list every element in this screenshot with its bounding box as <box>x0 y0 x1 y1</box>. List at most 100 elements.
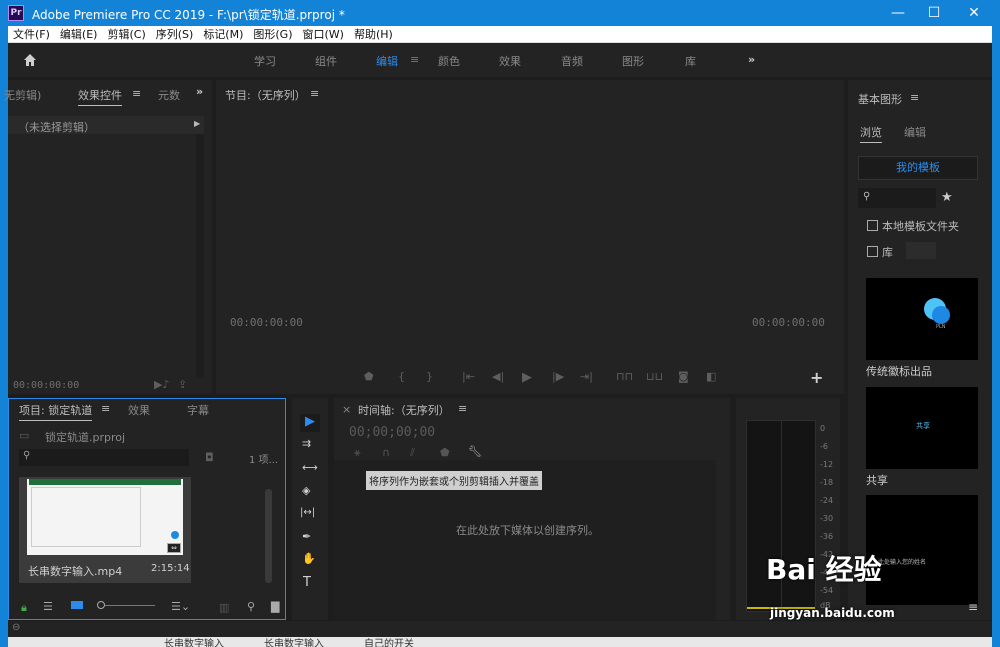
hand-tool-icon[interactable]: ✋ <box>302 552 316 565</box>
play-icon[interactable]: ▶ <box>522 370 532 385</box>
tab-project[interactable]: 项目: 锁定轨道 <box>19 402 93 421</box>
program-monitor-panel: 节目:（无序列） ≡ 00:00:00:00 00:00:00:00 ⬟ { }… <box>216 80 844 394</box>
tab-edit[interactable]: 编辑 <box>904 124 926 140</box>
automate-icon[interactable]: ▥ <box>219 601 229 614</box>
timeline-timecode: 00;00;00;00 <box>349 425 436 440</box>
template-thumb-2[interactable]: 共享 <box>866 387 978 469</box>
essential-graphics-panel: 基本图形 ≡ 浏览 编辑 我的模板 ⚲ ★ 本地模板文件夹 库 PLN 传统徽标… <box>848 80 992 620</box>
tab-source[interactable]: 无剪辑) <box>4 87 41 103</box>
mark-in-icon[interactable]: { <box>398 370 405 383</box>
camera-icon[interactable]: ◙ <box>678 370 689 383</box>
menu-clip[interactable]: 剪辑(C) <box>102 26 150 43</box>
comparison-view-icon[interactable]: ◧ <box>706 370 716 383</box>
effect-controls-panel: 无剪辑) 效果控件 ≡ 元数 » （未选择剪辑） ▶ 00:00:00:00 ▶… <box>4 80 212 394</box>
graphics-bottom-menu-icon[interactable]: ≡ <box>968 600 978 614</box>
tab-effects[interactable]: 效果 <box>128 402 150 418</box>
clip-type-icon: ⇔ <box>167 543 181 553</box>
menu-help[interactable]: 帮助(H) <box>349 26 398 43</box>
snap-icon[interactable]: ∩ <box>382 446 390 459</box>
tab-metadata[interactable]: 元数 <box>158 87 180 103</box>
menu-graphics[interactable]: 图形(G) <box>248 26 297 43</box>
selection-tool-icon[interactable]: ▶ <box>300 414 320 432</box>
workspace-effects[interactable]: 效果 <box>499 53 521 69</box>
pen-tool-icon[interactable]: ✒ <box>302 530 311 543</box>
type-tool-icon[interactable]: T <box>303 575 311 590</box>
workspace-overflow-icon[interactable]: » <box>748 53 755 66</box>
sync-icon[interactable]: ⊖ <box>12 622 20 633</box>
list-view-icon[interactable]: ☰ <box>43 600 53 613</box>
library-checkbox[interactable] <box>867 246 878 257</box>
step-forward-icon[interactable]: |▶ <box>552 370 564 383</box>
audio-scrub-icon[interactable]: ▶♪ <box>154 378 169 391</box>
linked-selection-icon[interactable]: ⫽ <box>410 446 415 460</box>
my-templates-dropdown[interactable]: 我的模板 <box>858 156 978 180</box>
extract-icon[interactable]: ⊔⊔ <box>646 370 663 383</box>
project-menu-icon[interactable]: ≡ <box>101 402 110 415</box>
find-icon[interactable]: ⚲ <box>247 600 255 613</box>
workspace-learning[interactable]: 学习 <box>254 53 276 69</box>
tab-effect-controls[interactable]: 效果控件 <box>78 87 122 106</box>
add-marker-icon[interactable]: ⬟ <box>364 370 374 383</box>
go-to-in-icon[interactable]: |⇤ <box>462 370 475 383</box>
ripple-edit-tool-icon[interactable]: ⟷ <box>302 461 318 474</box>
add-button[interactable]: + <box>810 368 823 387</box>
template-name-2: 共享 <box>866 474 888 487</box>
workspace-editing[interactable]: 编辑 <box>376 53 398 69</box>
workspace-audio[interactable]: 音频 <box>561 53 583 69</box>
tab-browse[interactable]: 浏览 <box>860 124 882 143</box>
template-thumb-1[interactable]: PLN <box>866 278 978 360</box>
tab-captions[interactable]: 字幕 <box>187 402 209 418</box>
menu-window[interactable]: 窗口(W) <box>298 26 349 43</box>
local-folder-checkbox[interactable] <box>867 220 878 231</box>
icon-view-icon[interactable] <box>71 601 83 609</box>
track-select-tool-icon[interactable]: ⇉ <box>302 437 311 450</box>
timeline-menu-icon[interactable]: ≡ <box>458 402 467 415</box>
wrench-icon[interactable]: 🔧︎ <box>468 445 482 458</box>
zoom-slider-track[interactable] <box>105 605 155 606</box>
step-back-icon[interactable]: ◀| <box>492 370 504 383</box>
slip-tool-icon[interactable]: |↔| <box>300 507 315 518</box>
window-border-left <box>0 26 8 647</box>
razor-tool-icon[interactable]: ◈ <box>302 484 310 497</box>
workspace-menu-icon[interactable]: ≡ <box>410 53 419 66</box>
workspace-color[interactable]: 颜色 <box>438 53 460 69</box>
thumbnail-ribbon <box>29 479 181 485</box>
menu-edit[interactable]: 编辑(E) <box>55 26 103 43</box>
essential-graphics-menu-icon[interactable]: ≡ <box>910 91 919 104</box>
nest-icon[interactable]: ⚹ <box>354 446 361 460</box>
panel-overflow-icon[interactable]: » <box>196 85 203 98</box>
play-triangle-icon[interactable]: ▶ <box>194 119 200 128</box>
template-thumb-3[interactable]: 此处输入您的姓名 <box>866 495 978 605</box>
lock-icon[interactable]: 🔒︎ <box>21 601 27 615</box>
maximize-button[interactable]: ☐ <box>916 0 952 26</box>
menu-marker[interactable]: 标记(M) <box>198 26 248 43</box>
no-clip-row: （未选择剪辑） ▶ <box>8 116 204 134</box>
menu-file[interactable]: 文件(F) <box>8 26 55 43</box>
favorites-star-icon[interactable]: ★ <box>941 190 953 205</box>
add-marker-timeline-icon[interactable]: ⬟ <box>440 446 450 459</box>
sort-icon[interactable]: ☰⌄ <box>171 600 190 613</box>
close-button[interactable]: ✕ <box>956 0 992 26</box>
graphics-search-input[interactable]: ⚲ <box>858 188 936 208</box>
project-scrollbar[interactable] <box>265 489 272 583</box>
library-select[interactable] <box>906 242 936 259</box>
workspace-libraries[interactable]: 库 <box>685 53 696 69</box>
project-search-input[interactable]: ⚲ <box>19 449 189 466</box>
thumbnail-dot <box>171 531 179 539</box>
new-bin-bottom-icon[interactable]: ▇ <box>271 600 279 613</box>
new-bin-icon[interactable]: ◘ <box>205 451 214 464</box>
lift-icon[interactable]: ⊓⊓ <box>616 370 633 383</box>
tab-menu-icon[interactable]: ≡ <box>132 87 141 100</box>
mark-out-icon[interactable]: } <box>426 370 433 383</box>
export-icon[interactable]: ⇪ <box>178 378 187 391</box>
workspace-assembly[interactable]: 组件 <box>315 53 337 69</box>
zoom-slider-handle[interactable] <box>97 601 105 609</box>
minimize-button[interactable]: — <box>880 0 916 26</box>
home-icon[interactable] <box>22 52 38 68</box>
go-to-out-icon[interactable]: ⇥| <box>580 370 593 383</box>
timeline-close-icon[interactable]: × <box>342 403 351 416</box>
program-menu-icon[interactable]: ≡ <box>310 87 319 100</box>
clip-thumbnail-card[interactable]: ⇔ 长串数字输入.mp4 2:15:14 <box>19 477 191 583</box>
menu-sequence[interactable]: 序列(S) <box>151 26 199 43</box>
workspace-graphics[interactable]: 图形 <box>622 53 644 69</box>
